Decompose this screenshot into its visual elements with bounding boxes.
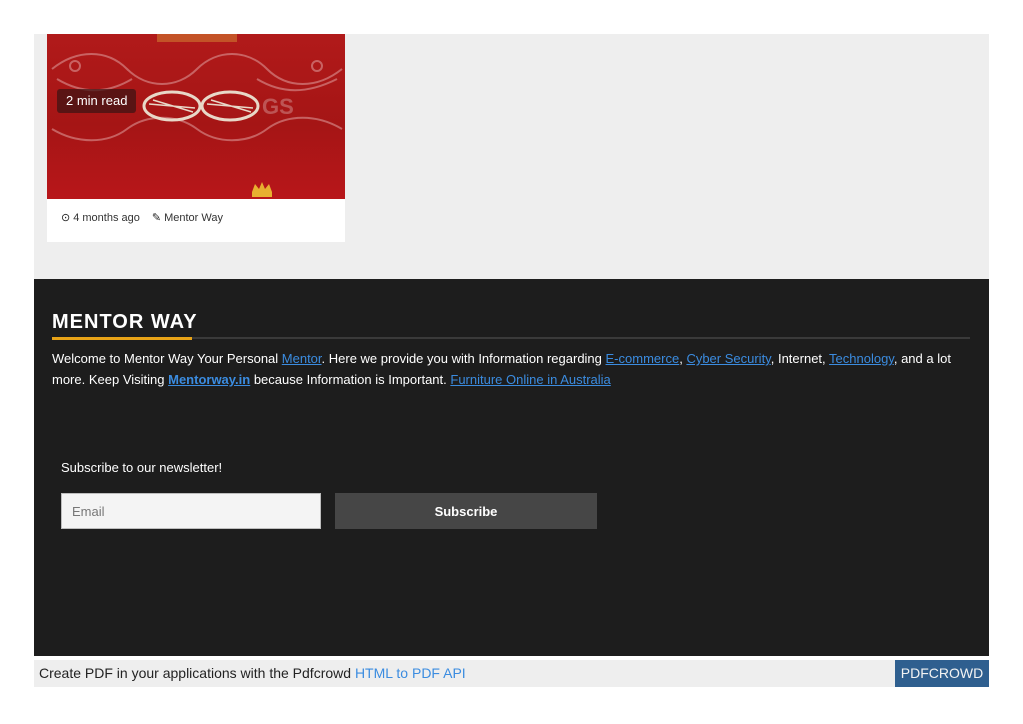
footer-brand-title: MENTOR WAY: [52, 311, 198, 333]
email-field[interactable]: [61, 493, 321, 529]
desc-text: because Information is Important.: [250, 372, 451, 387]
site-footer: MENTOR WAY Welcome to Mentor Way Your Pe…: [34, 279, 989, 656]
post-card[interactable]: GS 2 min read ⊙ 4 months ago ✎ Mentor Wa…: [47, 34, 345, 242]
cyber-security-link[interactable]: Cyber Security: [686, 351, 770, 366]
mentor-link[interactable]: Mentor: [282, 351, 322, 366]
desc-text: . Here we provide you with Information r…: [321, 351, 606, 366]
pdfcrowd-bar: Create PDF in your applications with the…: [34, 660, 989, 687]
pdfcrowd-button[interactable]: PDFCROWD: [895, 660, 989, 687]
furniture-link[interactable]: Furniture Online in Australia: [450, 372, 610, 387]
pdfcrowd-label: Create PDF in your applications with the…: [39, 665, 355, 681]
post-thumbnail[interactable]: GS 2 min read: [47, 34, 345, 199]
ecommerce-link[interactable]: E-commerce: [606, 351, 680, 366]
desc-text: , Internet,: [770, 351, 830, 366]
read-time-badge: 2 min read: [57, 89, 137, 113]
footer-description: Welcome to Mentor Way Your Personal Ment…: [52, 348, 972, 390]
post-date[interactable]: 4 months ago: [73, 212, 140, 224]
ring-image-art: GS: [51, 34, 343, 197]
edit-icon: ✎: [151, 212, 162, 224]
clock-icon: ⊙: [61, 212, 71, 224]
newsletter-title: Subscribe to our newsletter!: [61, 460, 223, 475]
post-meta: ⊙ 4 months ago ✎ Mentor Way: [61, 211, 223, 225]
title-underline-accent: [52, 337, 192, 340]
pdfcrowd-text: Create PDF in your applications with the…: [39, 665, 466, 681]
desc-text: Welcome to Mentor Way Your Personal: [52, 351, 282, 366]
technology-link[interactable]: Technology: [829, 351, 894, 366]
subscribe-button[interactable]: Subscribe: [335, 493, 597, 529]
html-to-pdf-link[interactable]: HTML to PDF API: [355, 665, 466, 681]
post-author[interactable]: Mentor Way: [164, 212, 223, 224]
mentorway-site-link[interactable]: Mentorway.in: [168, 372, 250, 387]
svg-text:GS: GS: [262, 94, 294, 119]
